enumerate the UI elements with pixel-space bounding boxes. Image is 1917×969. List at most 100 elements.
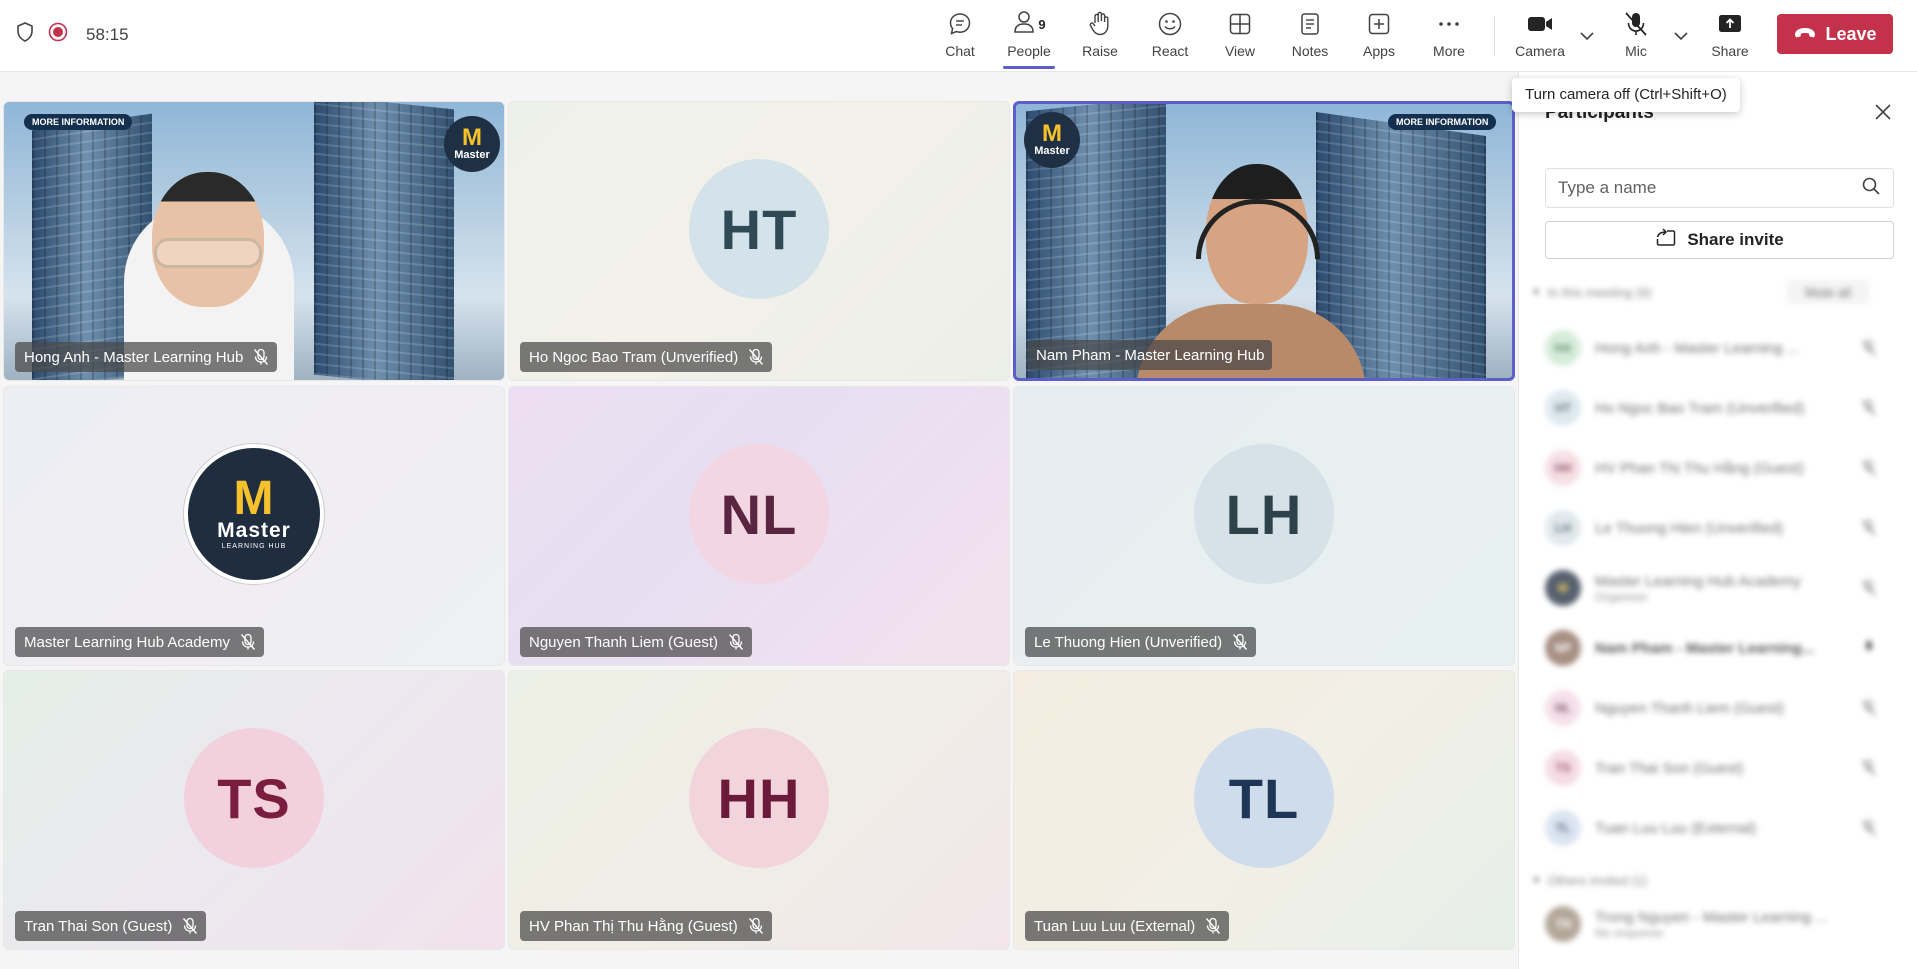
section-in-meeting[interactable]: ▾ In this meeting (9) (1533, 284, 1652, 300)
video-tile-nam-pham[interactable]: M Master MORE INFORMATION Nam Pham - Mast… (1013, 101, 1515, 381)
mortarboard-m-icon: M (233, 471, 275, 525)
meeting-toolbar: 58:15 Chat 9 People Raise React View Not… (0, 0, 1917, 72)
video-tile-tuan-luu-luu[interactable]: TL Tuan Luu Luu (External) (1013, 670, 1515, 950)
react-button[interactable]: React (1138, 8, 1202, 66)
share-invite-button[interactable]: Share invite (1545, 221, 1894, 259)
view-button[interactable]: View (1208, 8, 1272, 66)
participant-name-tag: HV Phan Thị Thu Hằng (Guest) (520, 911, 772, 941)
participant-row[interactable]: NP Nam Pham - Master Learning... (1545, 626, 1895, 670)
mic-off-icon (748, 917, 764, 935)
notes-label: Notes (1291, 43, 1329, 59)
grid-view-icon (1228, 8, 1252, 40)
recording-icon (48, 22, 68, 47)
camera-icon (1526, 8, 1554, 40)
participant-name-tag: Tuan Luu Luu (External) (1025, 911, 1230, 941)
participant-row[interactable]: NL Nguyen Thanh Liem (Guest) (1545, 686, 1895, 730)
react-label: React (1151, 43, 1189, 59)
participant-name-tag: Le Thuong Hien (Unverified) (1025, 627, 1257, 657)
participant-row[interactable]: TL Tuan Luu Luu (External) (1545, 806, 1895, 850)
section-others-invited[interactable]: ▾ Others invited (1) (1533, 872, 1647, 888)
notes-icon (1299, 8, 1321, 40)
video-tile-master-learning-hub-academy[interactable]: M Master LEARNING HUB Master Learning Hu… (3, 386, 505, 666)
more-info-pill: MORE INFORMATION (24, 114, 133, 130)
participant-row[interactable]: HH HV Phan Thị Thu Hằng (Guest) (1545, 446, 1895, 490)
apps-label: Apps (1363, 43, 1395, 59)
video-tile-nguyen-thanh-liem[interactable]: NL Nguyen Thanh Liem (Guest) (508, 386, 1010, 666)
mic-off-icon (240, 633, 256, 651)
participant-row[interactable]: HA Hong Anh - Master Learning ... (1545, 326, 1895, 370)
mic-off-icon (1861, 699, 1877, 717)
more-button[interactable]: More (1417, 8, 1481, 66)
toolbar-divider (1494, 16, 1495, 56)
more-info-pill: MORE INFORMATION (1388, 114, 1497, 130)
mic-off-icon (1861, 759, 1877, 777)
collapse-arrow-icon: ▾ (1533, 284, 1540, 299)
mic-off-icon (1623, 8, 1649, 40)
mic-off-icon (728, 633, 744, 651)
avatar: M (1545, 570, 1581, 606)
video-tile-tran-thai-son[interactable]: TS Tran Thai Son (Guest) (3, 670, 505, 950)
search-icon[interactable] (1861, 176, 1881, 201)
mute-all-button[interactable]: Mute all (1787, 280, 1869, 304)
camera-label: Camera (1515, 43, 1565, 59)
leave-button[interactable]: Leave (1777, 14, 1893, 54)
close-icon[interactable] (1871, 100, 1895, 124)
mic-off-icon (1861, 819, 1877, 837)
raise-hand-button[interactable]: Raise (1068, 8, 1132, 66)
mic-off-icon (1861, 459, 1877, 477)
master-logo: M Master (444, 116, 500, 172)
participant-row[interactable]: M Master Learning Hub Academy Organizer (1545, 566, 1895, 610)
avatar: HH (1545, 450, 1581, 486)
video-tile-hv-phan-thi-thu-hang[interactable]: HH HV Phan Thị Thu Hằng (Guest) (508, 670, 1010, 950)
shield-icon (16, 22, 34, 47)
avatar: LH (1194, 444, 1334, 584)
view-label: View (1224, 43, 1256, 59)
leave-label: Leave (1825, 23, 1877, 44)
video-tile-ho-ngoc-bao-tram[interactable]: HT Ho Ngoc Bao Tram (Unverified) (508, 101, 1010, 381)
participant-row[interactable]: LH Le Thuong Hien (Unverified) (1545, 506, 1895, 550)
avatar: TS (1545, 750, 1581, 786)
participant-search (1545, 168, 1894, 208)
mic-off-icon (1861, 399, 1877, 417)
avatar: HH (689, 728, 829, 868)
participant-name-tag: Tran Thai Son (Guest) (15, 911, 207, 941)
mic-off-icon (748, 348, 764, 366)
chat-label: Chat (945, 43, 975, 59)
video-tile-hong-anh[interactable]: MORE INFORMATION M Master Hong Anh - Mast… (3, 101, 505, 381)
avatar: TS (184, 728, 324, 868)
share-screen-icon (1716, 8, 1744, 40)
notes-button[interactable]: Notes (1278, 8, 1342, 66)
more-dots-icon (1436, 8, 1462, 40)
emoji-icon (1157, 8, 1183, 40)
share-button[interactable]: Share (1698, 8, 1762, 66)
participants-panel: Participants Share invite ▾ In this meet… (1518, 72, 1917, 969)
camera-button[interactable]: Camera (1508, 8, 1572, 66)
mic-button[interactable]: Mic (1604, 8, 1668, 66)
participant-name-tag: Master Learning Hub Academy (15, 627, 264, 657)
avatar: TN (1545, 906, 1581, 942)
chat-button[interactable]: Chat (928, 8, 992, 66)
glasses (154, 238, 262, 268)
participant-name-tag: Hong Anh - Master Learning Hub (15, 342, 278, 372)
apps-button[interactable]: Apps (1347, 8, 1411, 66)
camera-options-chevron-icon[interactable] (1577, 28, 1597, 44)
avatar: NP (1545, 630, 1581, 666)
participant-name-tag: Ho Ngoc Bao Tram (Unverified) (520, 342, 773, 372)
mic-off-icon (182, 917, 198, 935)
share-label: Share (1711, 43, 1749, 59)
participant-row[interactable]: TS Tran Thai Son (Guest) (1545, 746, 1895, 790)
mic-options-chevron-icon[interactable] (1671, 28, 1691, 44)
video-tile-le-thuong-hien[interactable]: LH Le Thuong Hien (Unverified) (1013, 386, 1515, 666)
mic-label: Mic (1625, 43, 1647, 59)
search-input[interactable] (1558, 178, 1861, 198)
people-button[interactable]: 9 People (997, 8, 1061, 69)
avatar: NL (689, 444, 829, 584)
avatar: HT (1545, 390, 1581, 426)
invited-row[interactable]: TN Trong Nguyen - Master Learning ... No… (1545, 902, 1895, 946)
participant-name-tag: Nam Pham - Master Learning Hub (1027, 340, 1273, 370)
mic-off-icon (1861, 519, 1877, 537)
participant-row[interactable]: HT Ho Ngoc Bao Tram (Unverified) (1545, 386, 1895, 430)
apps-plus-icon (1367, 8, 1391, 40)
raise-label: Raise (1082, 43, 1118, 59)
avatar: TL (1545, 810, 1581, 846)
